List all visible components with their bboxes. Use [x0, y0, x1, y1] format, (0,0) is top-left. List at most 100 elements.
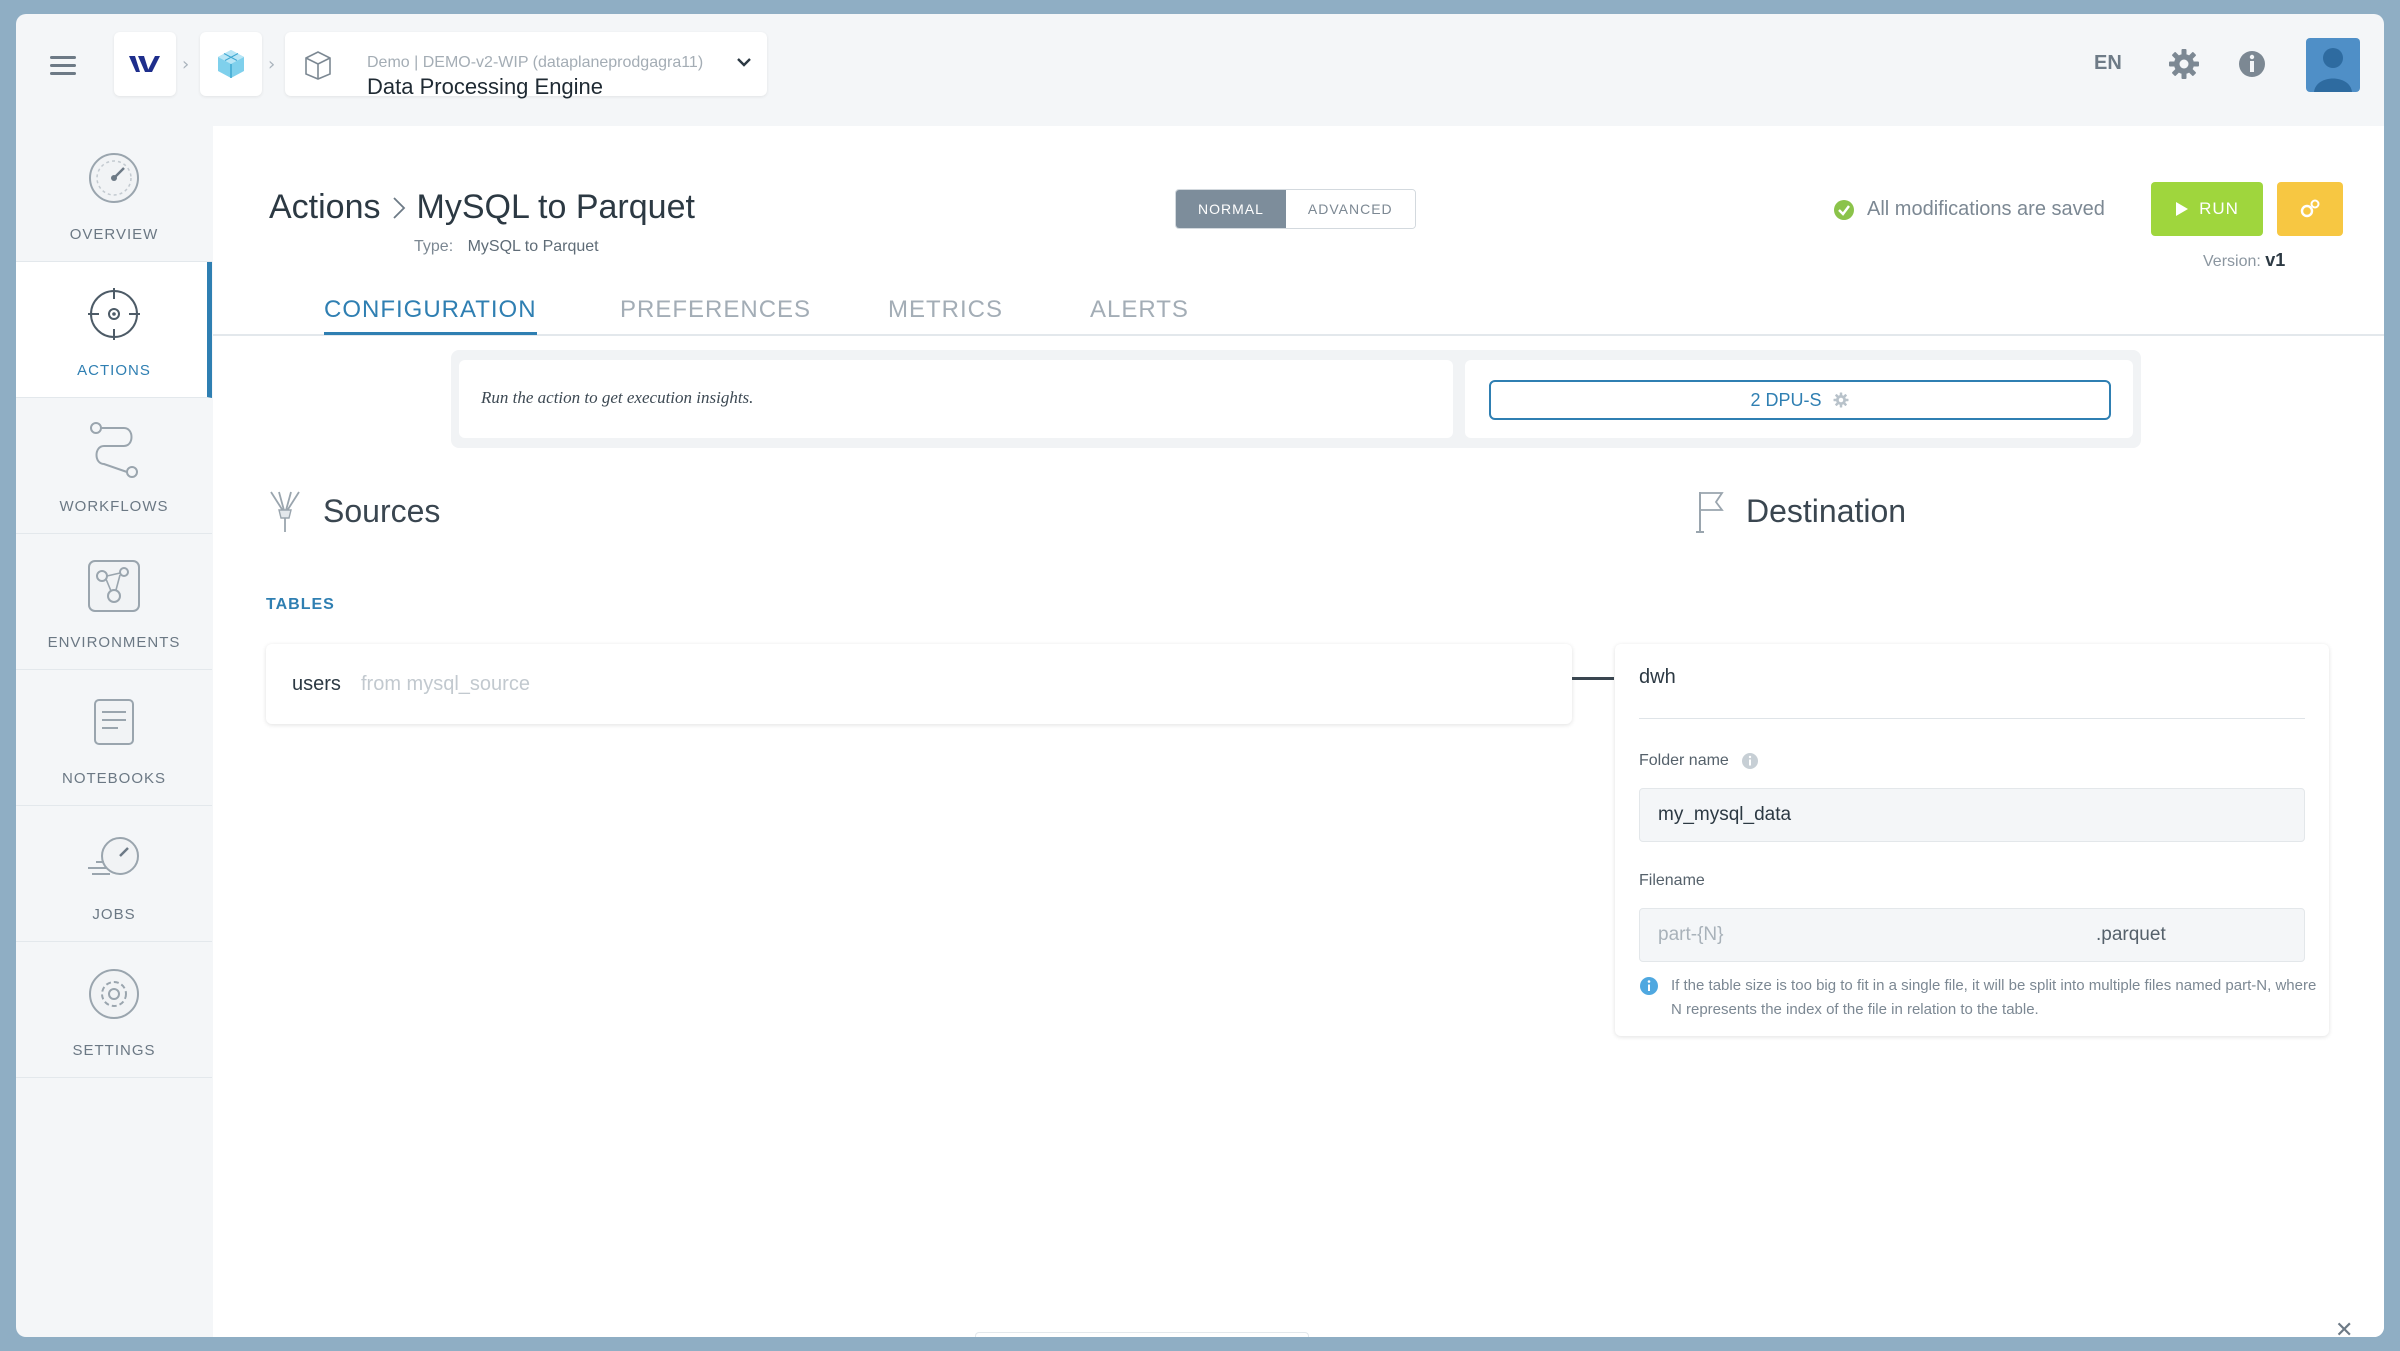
tab-bar: CONFIGURATION PREFERENCES METRICS ALERTS	[213, 276, 2384, 336]
project-path: Demo | DEMO-v2-WIP (dataplaneprodgagra11…	[367, 54, 704, 71]
run-button-label: RUN	[2199, 199, 2239, 218]
table-name: users	[292, 673, 341, 695]
check-circle-icon	[1834, 199, 1854, 220]
bottom-drawer-handle[interactable]	[975, 1332, 1309, 1337]
sidebar-item-label: ENVIRONMENTS	[47, 634, 181, 651]
sidebar-item-label: JOBS	[92, 906, 136, 923]
dpu-panel: 2 DPU-S	[1465, 360, 2133, 438]
filename-suffix: .parquet	[2096, 924, 2166, 945]
breadcrumb-separator: ›	[182, 54, 190, 75]
sidebar-item-label: ACTIONS	[77, 362, 151, 379]
insights-message: Run the action to get execution insights…	[481, 388, 754, 407]
mode-advanced-button[interactable]: ADVANCED	[1285, 190, 1415, 228]
tab-alerts[interactable]: ALERTS	[1090, 296, 1189, 332]
info-icon	[1640, 977, 1658, 995]
save-status: All modifications are saved	[1833, 198, 2105, 221]
breadcrumb-actions-link[interactable]: Actions	[269, 188, 381, 227]
version-label: Version:	[2203, 253, 2261, 270]
table-source: from mysql_source	[361, 673, 530, 695]
tab-preferences[interactable]: PREFERENCES	[620, 296, 811, 332]
menu-icon[interactable]	[50, 56, 76, 76]
tab-configuration[interactable]: CONFIGURATION	[324, 296, 537, 335]
gauge-icon	[89, 153, 139, 203]
cogs-icon	[2300, 199, 2320, 218]
page-title: MySQL to Parquet	[416, 188, 695, 226]
chevron-right-icon	[392, 196, 405, 219]
breadcrumb-separator: ›	[268, 54, 276, 75]
user-avatar[interactable]	[2306, 38, 2360, 92]
logo-icon	[129, 56, 160, 72]
main-panel: Actions MySQL to Parquet Type: MySQL to …	[213, 126, 2384, 1337]
sidebar-item-settings[interactable]: SETTINGS	[16, 942, 212, 1078]
cube-icon	[218, 50, 244, 78]
gear-icon	[1833, 392, 1848, 408]
chevron-down-icon[interactable]	[735, 56, 753, 68]
project-title: Data Processing Engine	[367, 74, 604, 99]
sidebar: OVERVIEW ACTIONS WORKFLOWS ENVIRONMENTS …	[16, 126, 212, 1096]
dpu-label: 2 DPU-S	[1750, 389, 1822, 410]
sources-header: Sources	[265, 488, 440, 534]
filename-hint: If the table size is too big to fit in a…	[1639, 974, 2319, 1022]
filename-input[interactable]: part-{N} .parquet	[1639, 908, 2305, 962]
action-type: Type: MySQL to Parquet	[414, 238, 599, 256]
divider	[1639, 718, 2305, 719]
table-row[interactable]: users from mysql_source	[266, 644, 1572, 724]
target-icon	[88, 288, 140, 340]
sidebar-item-notebooks[interactable]: NOTEBOOKS	[16, 670, 212, 806]
mode-normal-button[interactable]: NORMAL	[1176, 190, 1286, 228]
folder-name-input[interactable]: my_mysql_data	[1639, 788, 2305, 842]
save-status-text: All modifications are saved	[1867, 198, 2105, 220]
sidebar-item-environments[interactable]: ENVIRONMENTS	[16, 534, 212, 670]
type-value: MySQL to Parquet	[467, 238, 599, 255]
funnel-icon	[270, 491, 300, 532]
settings-icon	[89, 969, 139, 1019]
destination-card: dwh Folder name my_mysql_data Filename p…	[1615, 644, 2329, 1036]
top-bar: › › Demo | DEMO-v2-WIP (dataplaneprodgag…	[16, 14, 2384, 126]
logo-button[interactable]	[114, 32, 176, 96]
folder-name-value: my_mysql_data	[1658, 804, 1792, 825]
user-icon	[2314, 48, 2352, 92]
dpu-button[interactable]: 2 DPU-S	[1489, 380, 2111, 420]
mode-toggle: NORMAL ADVANCED	[1175, 189, 1416, 229]
flag-icon	[1696, 492, 1724, 533]
info-icon[interactable]	[2234, 46, 2270, 82]
workflow-icon	[90, 422, 138, 478]
filename-hint-text: If the table size is too big to fit in a…	[1671, 977, 2317, 1018]
sidebar-item-workflows[interactable]: WORKFLOWS	[16, 398, 212, 534]
project-selector[interactable]: Demo | DEMO-v2-WIP (dataplaneprodgagra11…	[285, 32, 767, 99]
sidebar-item-overview[interactable]: OVERVIEW	[16, 126, 212, 262]
gear-icon[interactable]	[2166, 46, 2202, 82]
info-icon[interactable]	[1741, 752, 1759, 770]
tables-label: TABLES	[266, 596, 335, 613]
folder-name-label-text: Folder name	[1639, 752, 1729, 769]
destination-name: dwh	[1639, 666, 1676, 688]
sidebar-item-actions[interactable]: ACTIONS	[16, 262, 212, 398]
filename-label: Filename	[1639, 872, 1705, 889]
version-value: v1	[2265, 250, 2286, 270]
timer-icon	[88, 837, 139, 875]
sidebar-item-label: SETTINGS	[72, 1042, 156, 1059]
run-button[interactable]: RUN	[2151, 182, 2263, 236]
sidebar-item-label: NOTEBOOKS	[61, 770, 167, 787]
filename-placeholder: part-{N}	[1658, 924, 1724, 945]
notebook-icon	[94, 699, 134, 745]
breadcrumb: Actions MySQL to Parquet	[269, 188, 695, 227]
folder-name-label: Folder name	[1639, 752, 1759, 770]
sources-title: Sources	[323, 492, 441, 529]
network-icon	[88, 560, 140, 612]
schedule-button[interactable]	[2277, 182, 2343, 236]
insights-panel: Run the action to get execution insights…	[459, 360, 1453, 438]
insights-bar: Run the action to get execution insights…	[451, 350, 2141, 448]
connector-line	[1572, 677, 1614, 680]
sidebar-item-jobs[interactable]: JOBS	[16, 806, 212, 942]
destination-header: Destination	[1692, 488, 1906, 534]
app-window: › › Demo | DEMO-v2-WIP (dataplaneprodgag…	[16, 14, 2384, 1337]
type-label: Type:	[414, 238, 454, 255]
tab-metrics[interactable]: METRICS	[888, 296, 1003, 332]
language-selector[interactable]: EN	[2094, 52, 2122, 75]
organization-button[interactable]	[200, 32, 262, 96]
close-icon[interactable]: ✕	[2335, 1318, 2353, 1337]
version-info: Version: v1	[2203, 250, 2285, 271]
box-icon	[305, 51, 331, 80]
sidebar-item-label: WORKFLOWS	[59, 498, 169, 515]
